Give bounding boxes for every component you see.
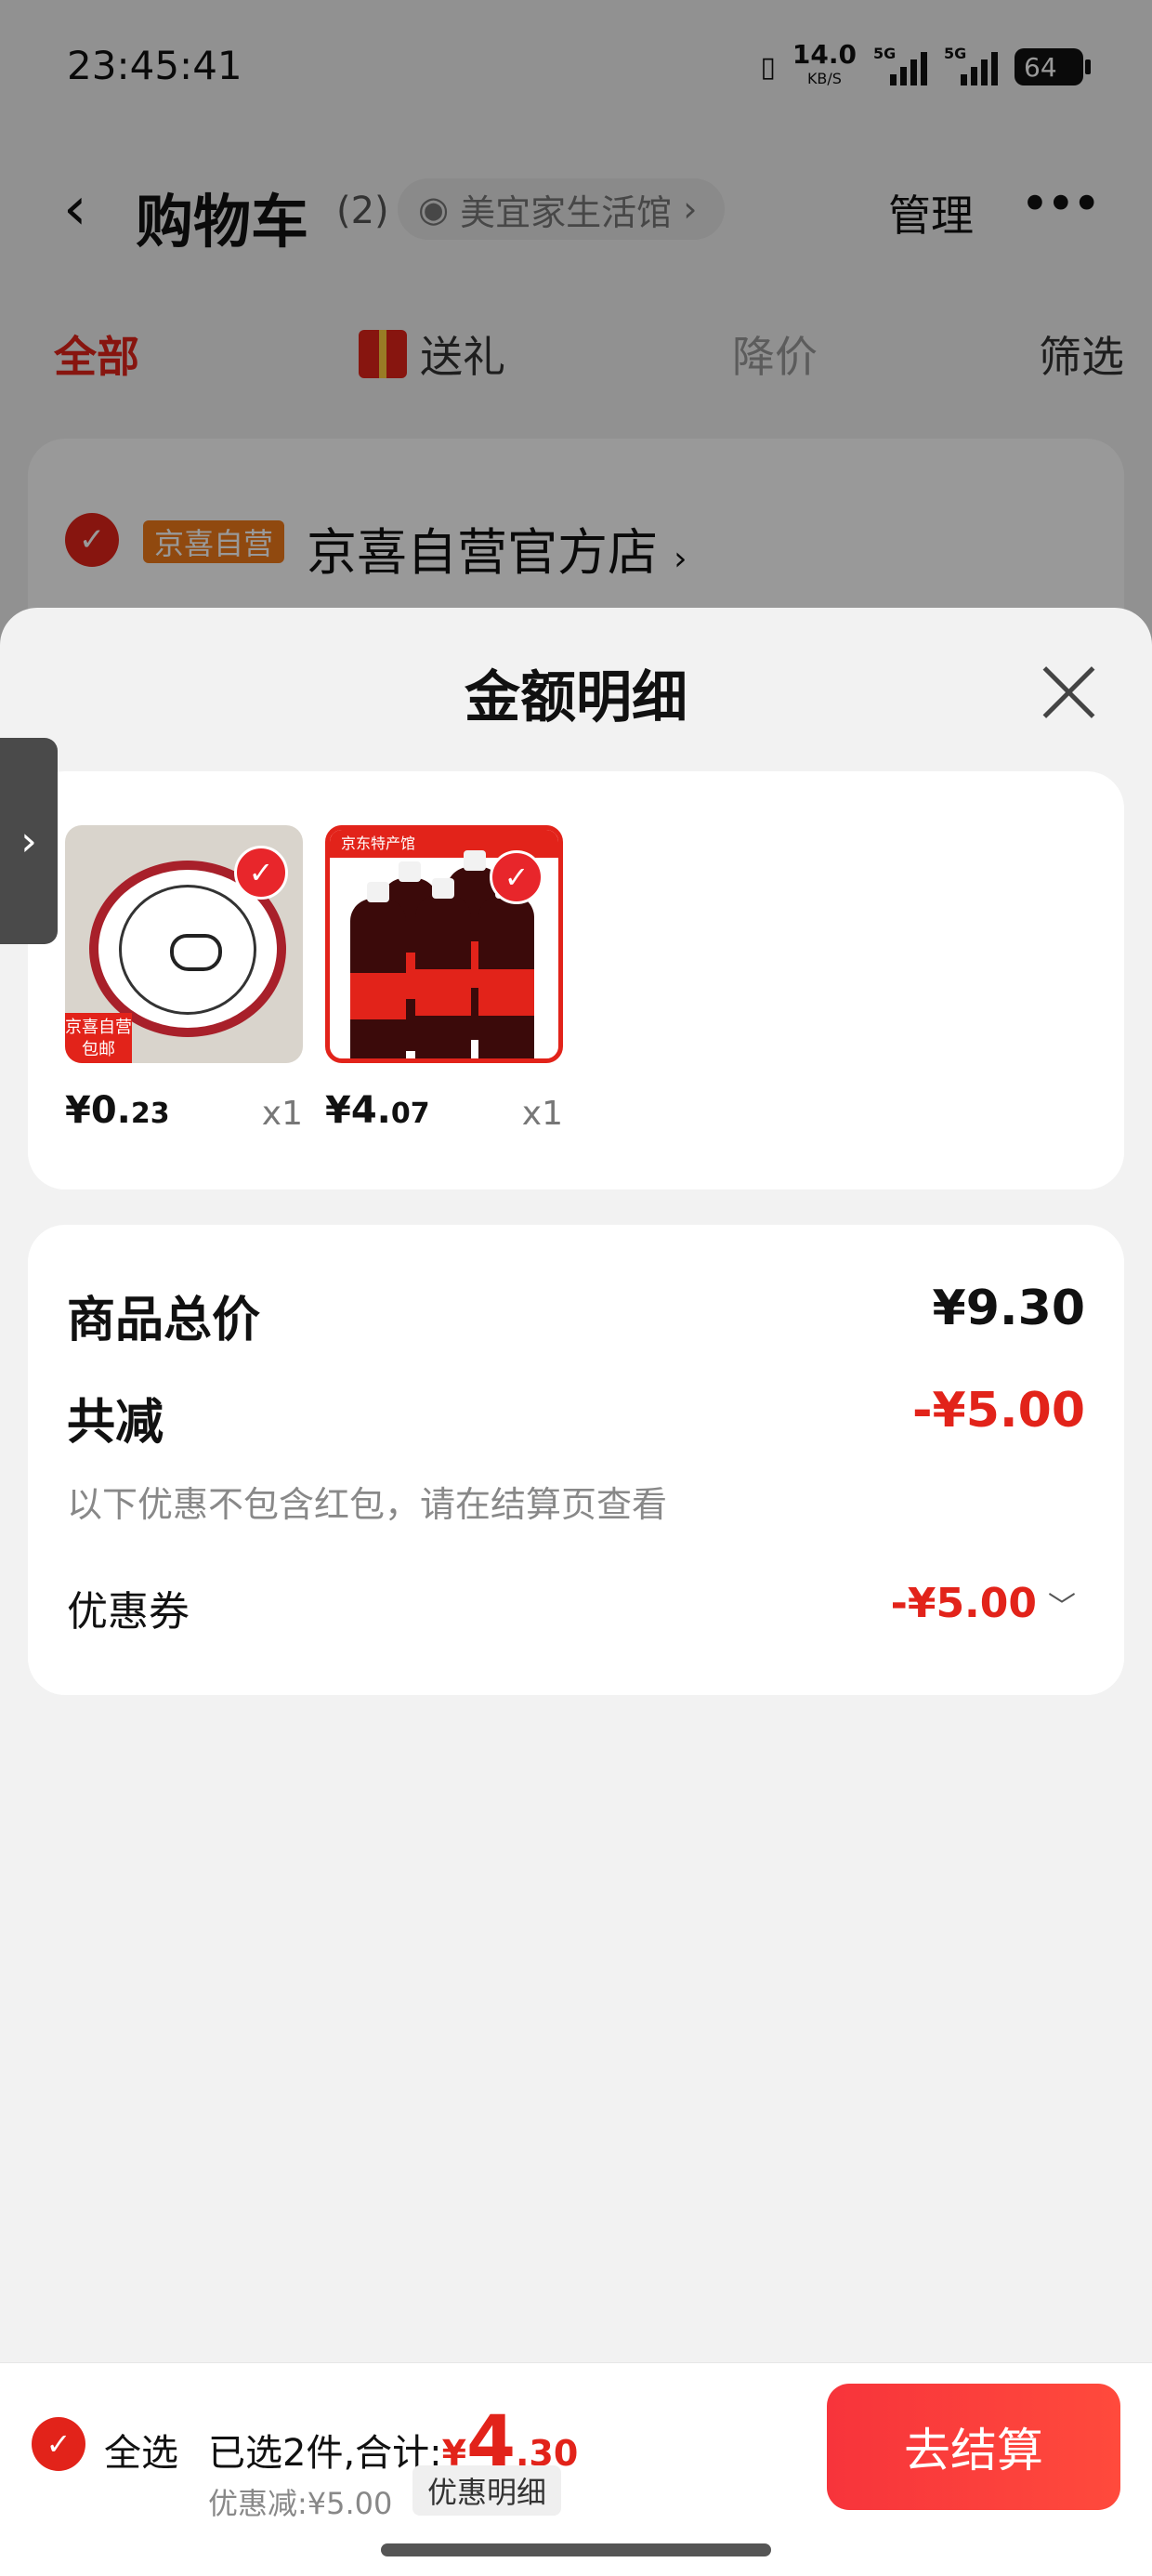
item-price: ¥4.07 [325,1089,430,1132]
item-qty: x1 [521,1095,563,1133]
close-icon[interactable] [1041,664,1098,721]
select-all-checkbox[interactable]: ✓ [32,2417,85,2471]
checkout-button[interactable]: 去结算 [827,2384,1120,2510]
checkmark-icon: ✓ [234,846,288,900]
amount-detail-sheet: 金额明细 京喜自营 包邮 ✓ ¥0.23 x1 京东特产馆 ✓ ¥4.07 x1… [0,608,1152,2362]
product-tag: 京喜自营 包邮 [65,1013,132,1063]
total-price-value: ¥9.30 [932,1281,1085,1336]
item-price-dec: 07 [390,1097,430,1130]
list-item[interactable]: 京东特产馆 ✓ ¥4.07 x1 [325,825,563,1133]
product-image-cola: 京东特产馆 ✓ [325,825,563,1063]
chevron-down-icon: ﹀ [1048,1590,1076,1623]
modal-overlay[interactable] [0,0,1152,651]
cat-face-icon [170,934,222,971]
summary-card: 商品总价 ¥9.30 共减 -¥5.00 以下优惠不包含红包，请在结算页查看 优… [28,1225,1124,1695]
coupon-row-toggle[interactable]: -¥5.00 ﹀ [891,1580,1076,1627]
watermark: 秋去春来 [468,1229,603,1268]
item-price-dec: 23 [130,1097,170,1130]
home-indicator[interactable] [381,2543,771,2556]
discount-note: 以下优惠不包含红包，请在结算页查看 [67,1484,668,1525]
side-expand-tab[interactable]: › [0,738,58,944]
total-price-label: 商品总价 [67,1293,261,1348]
selected-prefix: 已选2件,合计: [208,2432,442,2475]
item-price-int: ¥4. [325,1089,391,1132]
item-price: ¥0.23 [65,1089,170,1132]
coupon-label: 优惠券 [67,1588,190,1636]
reduce-label: 共减 [67,1395,164,1451]
item-qty: x1 [261,1095,303,1133]
list-item[interactable]: 京喜自营 包邮 ✓ ¥0.23 x1 [65,825,303,1133]
coupon-value: -¥5.00 [890,1580,1037,1627]
bottle-graphic [350,882,406,1058]
reduce-value: -¥5.00 [911,1383,1085,1439]
items-card: 京喜自营 包邮 ✓ ¥0.23 x1 京东特产馆 ✓ ¥4.07 x1 [28,771,1124,1189]
bottle-graphic [415,878,471,1058]
product-image-plate: 京喜自营 包邮 ✓ [65,825,303,1063]
discount-detail-button[interactable]: 优惠明细 [412,2465,562,2516]
select-all-label[interactable]: 全选 [104,2423,178,2477]
discount-amount: 优惠减:¥5.00 [208,2486,393,2521]
sheet-title: 金额明细 [465,665,687,730]
checkout-bar: ✓ 全选 已选2件,合计: ¥ 4 .30 优惠减:¥5.00 优惠明细 去结算 [0,2362,1152,2576]
item-price-int: ¥0. [65,1089,131,1132]
chevron-right-icon: › [20,817,37,865]
checkmark-icon: ✓ [490,850,543,904]
bottle-graphic [478,878,534,1058]
total-integer: 4 [466,2399,516,2482]
